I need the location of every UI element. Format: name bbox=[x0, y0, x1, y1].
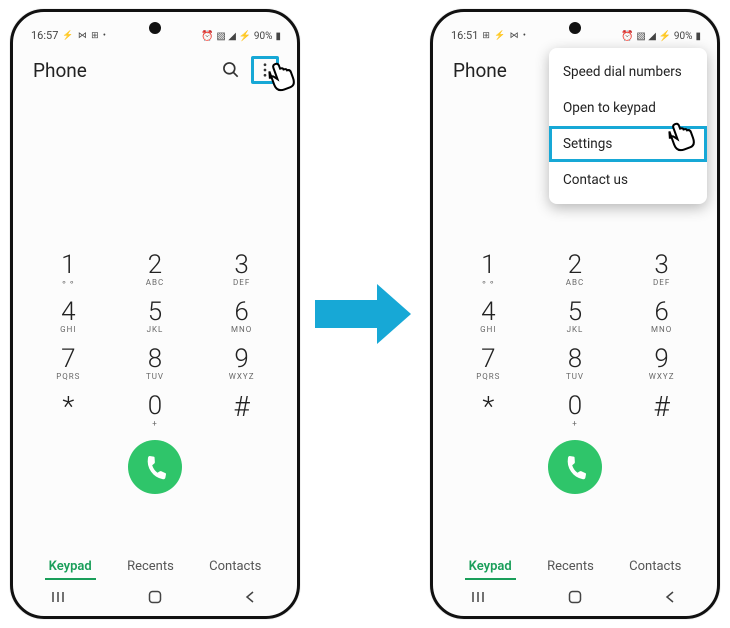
status-right-icons: ⏰ ▧ ◢ ⚡ bbox=[201, 31, 250, 42]
home-nav-icon[interactable] bbox=[566, 588, 584, 606]
battery-icon: ▮ bbox=[695, 31, 701, 42]
key-hash[interactable]: # bbox=[207, 393, 277, 428]
key-5[interactable]: 5JKL bbox=[120, 299, 190, 334]
android-navbar bbox=[13, 584, 297, 610]
page-title: Phone bbox=[33, 59, 87, 82]
status-right-icons: ⏰ ▧ ◢ ⚡ bbox=[621, 31, 670, 42]
key-6[interactable]: 6MNO bbox=[627, 299, 697, 334]
key-8[interactable]: 8TUV bbox=[540, 346, 610, 381]
clock: 16:57 bbox=[31, 29, 58, 42]
key-1[interactable]: 1⚬⚬ bbox=[33, 252, 103, 287]
key-2[interactable]: 2ABC bbox=[540, 252, 610, 287]
dial-keypad: 1⚬⚬ 2ABC 3DEF 4GHI 5JKL 6MNO 7PQRS 8TUV … bbox=[13, 252, 297, 494]
key-0[interactable]: 0+ bbox=[540, 393, 610, 428]
key-8[interactable]: 8TUV bbox=[120, 346, 190, 381]
status-left-icons: ⚡ ⋈ ⊞ • bbox=[62, 31, 106, 41]
call-button[interactable] bbox=[128, 440, 182, 494]
android-navbar bbox=[433, 584, 717, 610]
battery-percent: 90% bbox=[674, 31, 693, 42]
tab-keypad[interactable]: Keypad bbox=[465, 553, 516, 580]
front-camera bbox=[569, 22, 581, 34]
app-header: Phone bbox=[13, 42, 297, 92]
battery-percent: 90% bbox=[254, 31, 273, 42]
menu-item-open-keypad[interactable]: Open to keypad bbox=[549, 90, 707, 126]
phone-screenshot-step-1: 16:57 ⚡ ⋈ ⊞ • ⏰ ▧ ◢ ⚡ 90% ▮ Phone bbox=[10, 9, 300, 619]
phone-screenshot-step-2: 16:51 ⊞ ⚡ ⋈ • ⏰ ▧ ◢ ⚡ 90% ▮ Phone Speed … bbox=[430, 9, 720, 619]
status-left-icons: ⊞ ⚡ ⋈ • bbox=[482, 31, 526, 41]
key-5[interactable]: 5JKL bbox=[540, 299, 610, 334]
search-icon[interactable] bbox=[217, 56, 245, 84]
key-9[interactable]: 9WXYZ bbox=[627, 346, 697, 381]
overflow-menu: Speed dial numbers Open to keypad Settin… bbox=[549, 48, 707, 204]
menu-item-settings[interactable]: Settings bbox=[549, 126, 707, 162]
bottom-tabs: Keypad Recents Contacts bbox=[433, 553, 717, 580]
back-nav-icon[interactable] bbox=[241, 588, 259, 606]
tab-contacts[interactable]: Contacts bbox=[205, 553, 265, 580]
key-6[interactable]: 6MNO bbox=[207, 299, 277, 334]
tab-keypad[interactable]: Keypad bbox=[45, 553, 96, 580]
bottom-tabs: Keypad Recents Contacts bbox=[13, 553, 297, 580]
key-hash[interactable]: # bbox=[627, 393, 697, 428]
clock: 16:51 bbox=[451, 29, 478, 42]
key-0[interactable]: 0+ bbox=[120, 393, 190, 428]
call-button[interactable] bbox=[548, 440, 602, 494]
tab-recents[interactable]: Recents bbox=[543, 553, 598, 580]
key-star[interactable]: * bbox=[453, 393, 523, 428]
volume-button bbox=[719, 132, 720, 194]
power-button bbox=[719, 207, 720, 247]
key-4[interactable]: 4GHI bbox=[453, 299, 523, 334]
back-nav-icon[interactable] bbox=[661, 588, 679, 606]
volume-button bbox=[299, 132, 300, 194]
tab-contacts[interactable]: Contacts bbox=[625, 553, 685, 580]
key-3[interactable]: 3DEF bbox=[207, 252, 277, 287]
key-7[interactable]: 7PQRS bbox=[453, 346, 523, 381]
menu-item-speed-dial[interactable]: Speed dial numbers bbox=[549, 54, 707, 90]
key-3[interactable]: 3DEF bbox=[627, 252, 697, 287]
home-nav-icon[interactable] bbox=[146, 588, 164, 606]
page-title: Phone bbox=[453, 59, 507, 82]
dial-keypad: 1⚬⚬ 2ABC 3DEF 4GHI 5JKL 6MNO 7PQRS 8TUV … bbox=[433, 252, 717, 494]
more-options-icon[interactable] bbox=[251, 56, 279, 84]
recents-nav-icon[interactable] bbox=[51, 588, 69, 606]
tab-recents[interactable]: Recents bbox=[123, 553, 178, 580]
key-7[interactable]: 7PQRS bbox=[33, 346, 103, 381]
recents-nav-icon[interactable] bbox=[471, 588, 489, 606]
power-button bbox=[299, 207, 300, 247]
key-star[interactable]: * bbox=[33, 393, 103, 428]
key-1[interactable]: 1⚬⚬ bbox=[453, 252, 523, 287]
battery-icon: ▮ bbox=[275, 31, 281, 42]
key-2[interactable]: 2ABC bbox=[120, 252, 190, 287]
step-arrow-icon bbox=[315, 284, 415, 344]
key-4[interactable]: 4GHI bbox=[33, 299, 103, 334]
menu-item-contact-us[interactable]: Contact us bbox=[549, 162, 707, 198]
front-camera bbox=[149, 22, 161, 34]
key-9[interactable]: 9WXYZ bbox=[207, 346, 277, 381]
